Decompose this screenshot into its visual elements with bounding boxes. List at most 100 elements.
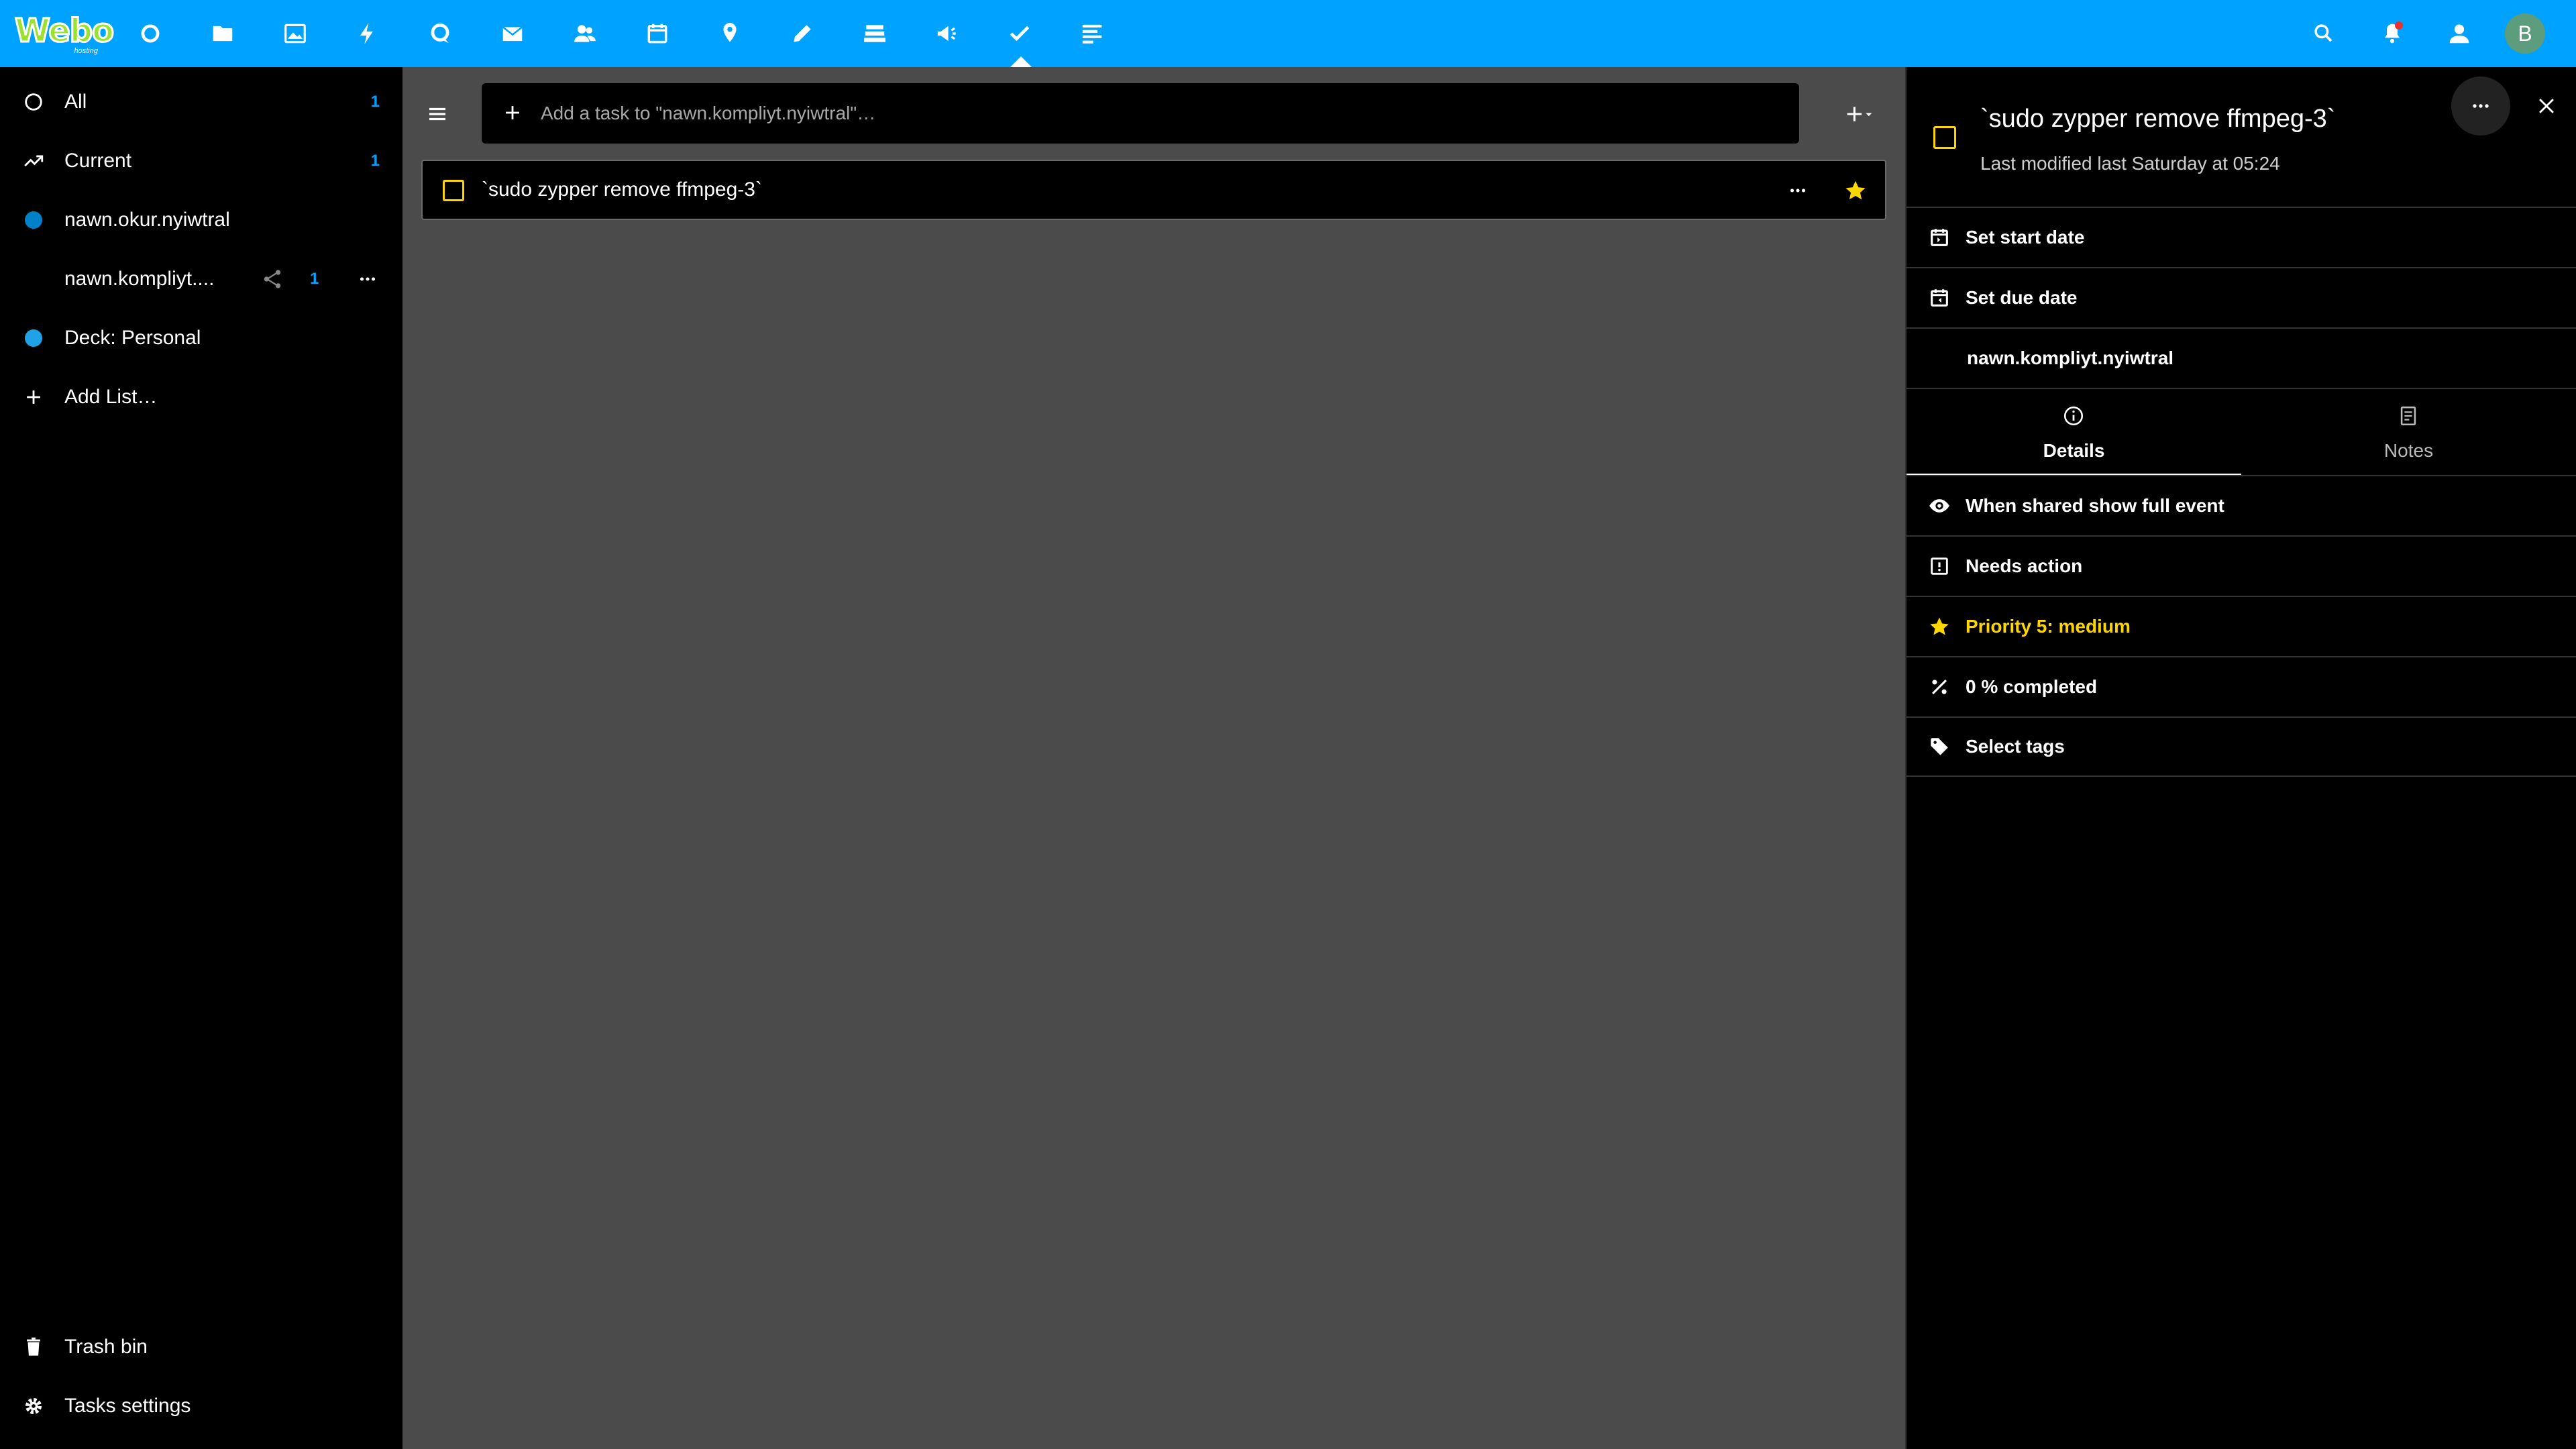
logo-text: Webo: [13, 11, 115, 51]
more-options-icon[interactable]: [1783, 176, 1813, 205]
add-task-bar: [482, 83, 1799, 144]
menu-toggle-icon[interactable]: [419, 95, 456, 133]
nav-label: All: [64, 91, 87, 113]
detail-tabs: Details Notes: [1907, 388, 2576, 476]
nav-count: 1: [370, 93, 380, 111]
active-app-indicator: [1010, 56, 1032, 67]
tags-label: Select tags: [1966, 736, 2065, 757]
classification-row[interactable]: When shared show full event: [1907, 475, 2576, 535]
tab-details[interactable]: Details: [1907, 389, 2241, 476]
alert-box-icon: [1925, 552, 1953, 580]
circle-icon: [19, 87, 48, 117]
contacts-icon[interactable]: [566, 15, 604, 52]
classification-label: When shared show full event: [1966, 495, 2224, 516]
announcements-icon[interactable]: [928, 15, 966, 52]
nav-item-deck-personal[interactable]: Deck: Personal: [0, 309, 402, 368]
percent-icon: [1925, 673, 1953, 701]
calendar-start-icon: [1925, 223, 1953, 252]
nav-item-all[interactable]: All 1: [0, 72, 402, 131]
set-due-date-label: Set due date: [1966, 287, 2078, 308]
mail-icon[interactable]: [494, 15, 531, 52]
calendar-name: nawn.kompliyt.nyiwtral: [1967, 347, 2174, 368]
brand-logo[interactable]: Webo hosting: [13, 11, 115, 56]
task-checkbox[interactable]: [443, 180, 464, 201]
set-start-date-label: Set start date: [1966, 227, 2085, 248]
app-header: Webo hosting B: [0, 0, 2576, 67]
status-row[interactable]: Needs action: [1907, 535, 2576, 596]
nav-label: Add List…: [64, 386, 158, 408]
calendar-due-icon: [1925, 284, 1953, 312]
nav-label: nawn.okur.nyiwtral: [64, 209, 230, 231]
files-icon[interactable]: [204, 15, 241, 52]
task-row[interactable]: `sudo zypper remove ffmpeg-3`: [421, 160, 1886, 220]
plus-icon: [499, 99, 526, 126]
task-title: `sudo zypper remove ffmpeg-3`: [482, 178, 762, 201]
forms-icon[interactable]: [1073, 15, 1111, 52]
set-start-date-row[interactable]: Set start date: [1907, 207, 2576, 267]
tasks-icon[interactable]: [1001, 15, 1038, 52]
add-task-input[interactable]: [541, 83, 1775, 144]
nav-label: Current: [64, 150, 132, 172]
nav-item-add-list[interactable]: Add List…: [0, 368, 402, 427]
nav-item-trash-bin[interactable]: Trash bin: [0, 1318, 402, 1377]
notification-badge: [2395, 21, 2403, 30]
search-icon[interactable]: [2305, 15, 2343, 52]
info-icon: [2060, 402, 2087, 429]
app-navigation: All 1 Current 1 nawn.okur.nyiwtral nawn.…: [0, 67, 402, 1449]
nav-label: nawn.kompliyt....: [64, 268, 215, 290]
priority-label: Priority 5: medium: [1966, 616, 2131, 637]
close-icon[interactable]: [2526, 86, 2567, 126]
gear-icon: [19, 1391, 48, 1421]
nav-item-calendar-kompliyt[interactable]: nawn.kompliyt.... 1: [0, 250, 402, 309]
eye-icon: [1925, 492, 1953, 520]
logo-subtext: hosting: [74, 47, 98, 55]
star-icon: [1925, 612, 1953, 641]
trending-up-icon: [19, 146, 48, 176]
calendar-icon[interactable]: [639, 15, 676, 52]
more-options-icon[interactable]: [2451, 76, 2510, 136]
tab-label: Details: [2043, 440, 2105, 461]
trash-icon: [19, 1332, 48, 1362]
task-detail-panel: `sudo zypper remove ffmpeg-3` Last modif…: [1905, 67, 2576, 1449]
task-list-area: `sudo zypper remove ffmpeg-3`: [402, 67, 1905, 1449]
priority-row[interactable]: Priority 5: medium: [1907, 596, 2576, 656]
talk-icon[interactable]: [421, 15, 459, 52]
notes-icon: [2395, 402, 2422, 429]
nav-count: 1: [310, 270, 319, 288]
calendar-color-dot: [19, 323, 48, 353]
share-icon[interactable]: [258, 264, 287, 294]
notifications-icon[interactable]: [2373, 15, 2411, 52]
photos-icon[interactable]: [276, 15, 314, 52]
maps-icon[interactable]: [711, 15, 749, 52]
nav-item-tasks-settings[interactable]: Tasks settings: [0, 1377, 402, 1436]
activity-icon[interactable]: [349, 15, 386, 52]
nav-count: 1: [370, 152, 380, 170]
nav-item-current[interactable]: Current 1: [0, 131, 402, 191]
nav-label: Deck: Personal: [64, 327, 201, 349]
set-due-date-row[interactable]: Set due date: [1907, 267, 2576, 327]
percent-complete-label: 0 % completed: [1966, 676, 2098, 697]
tab-notes[interactable]: Notes: [2241, 389, 2576, 476]
detail-title[interactable]: `sudo zypper remove ffmpeg-3`: [1980, 105, 2335, 133]
detail-task-checkbox[interactable]: [1933, 126, 1956, 149]
contacts-menu-icon[interactable]: [2440, 15, 2478, 52]
percent-complete-row[interactable]: 0 % completed: [1907, 656, 2576, 716]
status-label: Needs action: [1966, 555, 2083, 576]
deck-icon[interactable]: [856, 15, 894, 52]
calendar-color-dot: [19, 205, 48, 235]
nav-label: Trash bin: [64, 1336, 148, 1358]
add-options-icon[interactable]: [1839, 95, 1880, 133]
user-avatar[interactable]: B: [2505, 13, 2545, 54]
nav-item-calendar-okur[interactable]: nawn.okur.nyiwtral: [0, 191, 402, 250]
tags-row[interactable]: Select tags: [1907, 716, 2576, 777]
last-modified-text: Last modified last Saturday at 05:24: [1980, 153, 2280, 174]
calendar-select-row[interactable]: nawn.kompliyt.nyiwtral: [1907, 327, 2576, 388]
tag-icon: [1925, 733, 1953, 761]
tab-label: Notes: [2383, 440, 2434, 461]
star-icon[interactable]: [1841, 176, 1870, 205]
more-options-icon[interactable]: [353, 264, 382, 294]
notes-icon[interactable]: [784, 15, 821, 52]
plus-icon: [19, 382, 48, 412]
dashboard-icon[interactable]: [131, 15, 169, 52]
nav-label: Tasks settings: [64, 1395, 191, 1417]
